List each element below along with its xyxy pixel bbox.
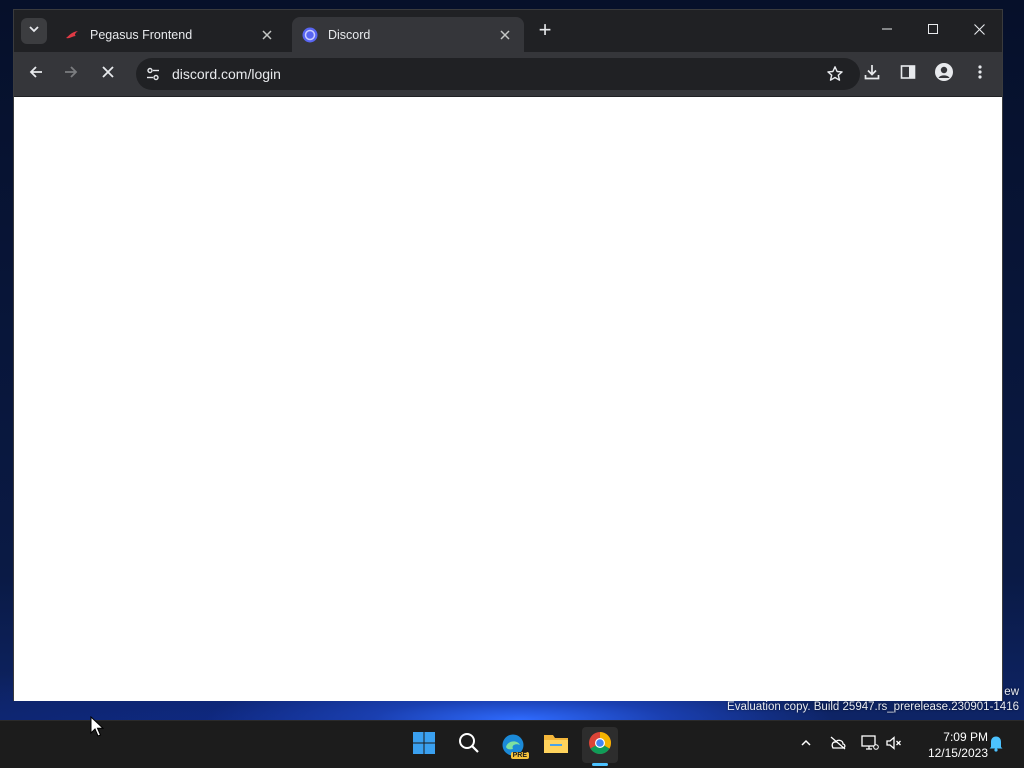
- forward-button[interactable]: [57, 60, 85, 88]
- system-clock[interactable]: 7:09 PM 12/15/2023: [912, 729, 988, 761]
- taskbar: PRE 7:09 PM 12/15/2023: [0, 720, 1024, 768]
- network-icon: [861, 734, 879, 756]
- edge-pre-badge: PRE: [510, 752, 529, 759]
- volume-button[interactable]: [884, 735, 904, 755]
- chrome-taskbar-button[interactable]: [582, 727, 618, 763]
- search-icon: [458, 732, 480, 759]
- side-panel-button[interactable]: [894, 60, 922, 88]
- download-icon: [863, 63, 881, 86]
- minimize-button[interactable]: [864, 10, 910, 48]
- address-text[interactable]: discord.com/login: [172, 66, 281, 82]
- chrome-icon: [588, 731, 612, 760]
- tab-title: Pegasus Frontend: [90, 27, 193, 42]
- close-icon[interactable]: [496, 26, 514, 44]
- tab-discord[interactable]: Discord: [292, 17, 524, 52]
- side-panel-icon: [900, 64, 916, 85]
- edge-pre-button[interactable]: PRE: [495, 727, 531, 763]
- build-watermark: Evaluation copy. Build 25947.rs_prerelea…: [727, 701, 1019, 713]
- network-button[interactable]: [860, 734, 880, 756]
- clock-date: 12/15/2023: [927, 746, 988, 760]
- cloud-off-icon: [829, 736, 847, 755]
- maximize-button[interactable]: [910, 10, 956, 48]
- watermark-fragment: ew: [1004, 686, 1019, 698]
- volume-muted-icon: [885, 735, 903, 756]
- notifications-button[interactable]: [986, 735, 1006, 755]
- active-app-indicator: [592, 763, 608, 766]
- chevron-up-icon: [800, 736, 812, 754]
- onedrive-button[interactable]: [828, 735, 848, 755]
- close-icon: [101, 65, 115, 84]
- chrome-window: Pegasus Frontend Discord + discord.com/l…: [13, 9, 1003, 701]
- edge-pre-icon: PRE: [501, 733, 529, 759]
- chevron-down-icon: [28, 22, 40, 40]
- browser-toolbar: discord.com/login: [14, 52, 1002, 96]
- profile-icon: [934, 62, 954, 87]
- bookmark-star-icon[interactable]: [826, 65, 844, 88]
- close-icon[interactable]: [258, 26, 276, 44]
- menu-button[interactable]: [966, 60, 994, 88]
- stop-loading-button[interactable]: [94, 60, 122, 88]
- tab-search-button[interactable]: [21, 18, 47, 44]
- file-explorer-icon: [543, 732, 569, 759]
- profile-button[interactable]: [930, 60, 958, 88]
- tab-strip: Pegasus Frontend Discord +: [14, 10, 1002, 52]
- tab-pegasus-frontend[interactable]: Pegasus Frontend: [54, 17, 286, 52]
- arrow-right-icon: [63, 64, 79, 85]
- file-explorer-button[interactable]: [538, 727, 574, 763]
- site-settings-icon[interactable]: [145, 66, 161, 87]
- discord-icon: [302, 27, 318, 43]
- back-button[interactable]: [22, 60, 50, 88]
- start-button[interactable]: [406, 727, 442, 763]
- pegasus-icon: [64, 27, 80, 43]
- mouse-cursor-icon: [90, 715, 105, 743]
- clock-time: 7:09 PM: [943, 730, 988, 744]
- show-hidden-icons-button[interactable]: [796, 735, 816, 755]
- page-content-blank: [14, 97, 1002, 701]
- address-bar[interactable]: discord.com/login: [136, 58, 860, 90]
- start-icon: [412, 731, 436, 760]
- tab-title: Discord: [328, 27, 371, 42]
- bell-icon: [988, 734, 1004, 757]
- downloads-button[interactable]: [858, 60, 886, 88]
- arrow-left-icon: [28, 64, 44, 85]
- search-button[interactable]: [451, 727, 487, 763]
- new-tab-button[interactable]: +: [534, 19, 556, 42]
- window-close-button[interactable]: [956, 10, 1002, 48]
- more-vertical-icon: [972, 64, 988, 85]
